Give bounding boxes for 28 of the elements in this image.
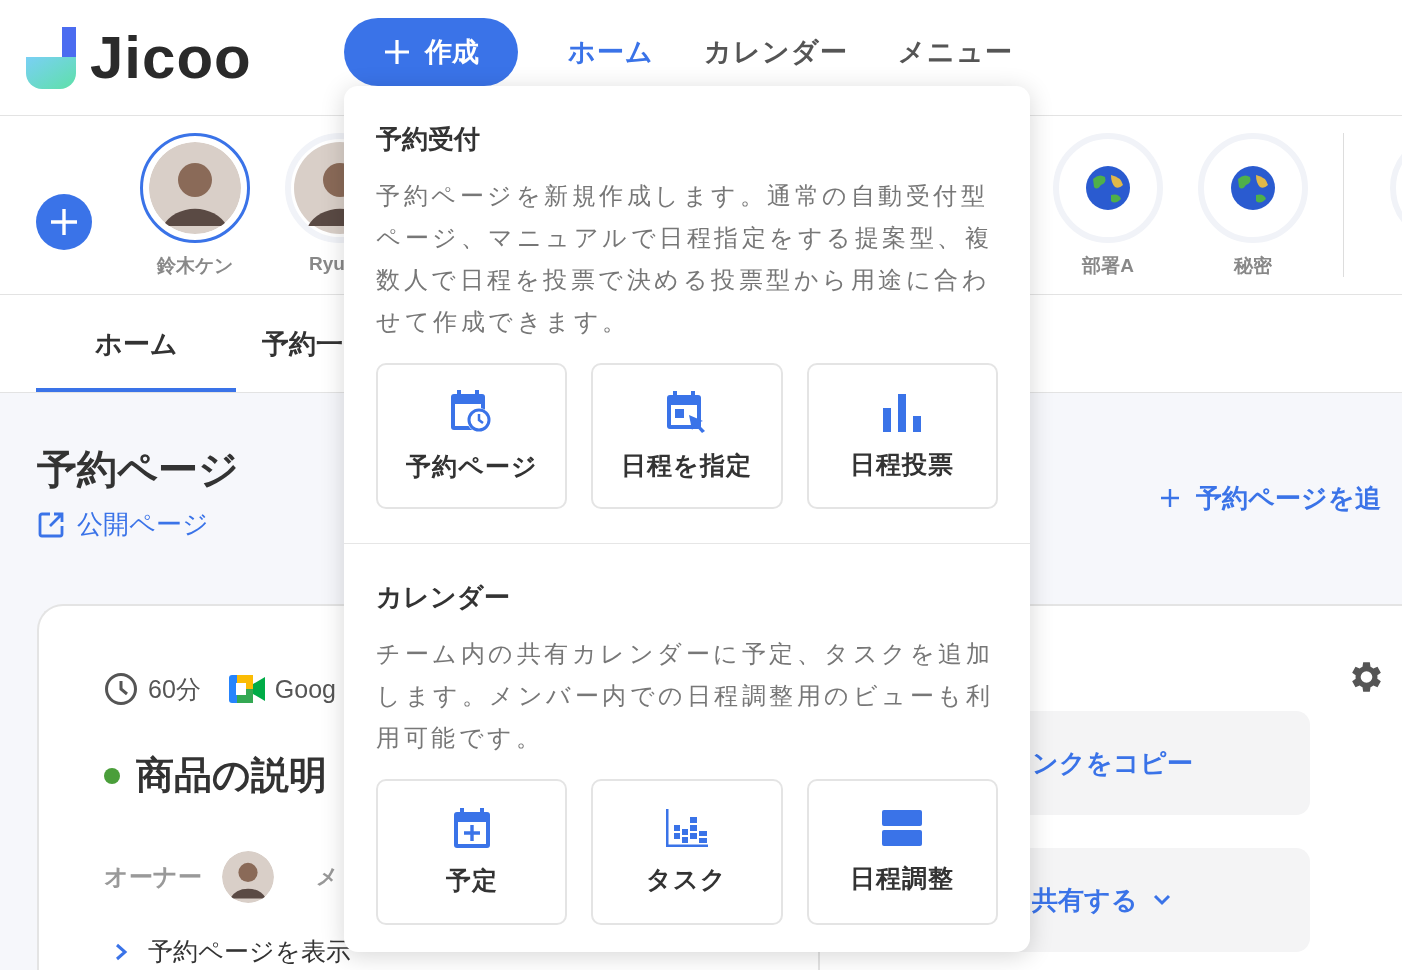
section-title: カレンダー <box>376 581 511 614</box>
logo-text: Jicoo <box>90 23 252 92</box>
create-option[interactable]: 日程調整 <box>806 779 998 925</box>
member-name: 部署A <box>1082 254 1134 278</box>
tab[interactable]: 予約一 <box>262 295 343 392</box>
owner-label: オーナー <box>104 862 202 892</box>
duration-text: 60分 <box>148 673 201 705</box>
create-button[interactable]: 作成 <box>344 17 518 86</box>
section-description: 予約ページを新規作成します。通常の自動受付型ページ、マニュアルで日程指定をする提案型、複数人で日程を投票で決める投票型から用途に合わせて作成できます。 <box>376 181 993 337</box>
page-title: 予約ページ <box>37 446 239 493</box>
nav-link[interactable]: メニュー <box>898 33 1013 70</box>
nav-link[interactable]: カレンダー <box>704 33 848 70</box>
event-title: 商品の説明 <box>136 753 327 798</box>
member-name: 秘密 <box>1234 254 1272 278</box>
create-option[interactable]: 予定 <box>376 779 568 925</box>
member-name: 鈴木ケン <box>157 254 233 278</box>
create-option[interactable]: 予約ページ <box>376 363 568 509</box>
location-text: Goog <box>274 674 336 704</box>
view-page-link[interactable]: 予約ページを表示 <box>114 935 818 968</box>
add-page-link[interactable]: 予約ページを追 <box>1160 481 1402 515</box>
section-title: 予約受付 <box>376 123 481 156</box>
column-label: メ <box>316 863 339 891</box>
member-name: Ryu <box>309 253 345 275</box>
nav-link[interactable]: ホーム <box>568 33 654 70</box>
public-page-link[interactable]: 公開ページ <box>37 507 239 542</box>
create-option[interactable]: 日程投票 <box>806 363 998 509</box>
create-option[interactable]: 日程を指定 <box>591 363 783 509</box>
create-option[interactable]: タスク <box>591 779 783 925</box>
